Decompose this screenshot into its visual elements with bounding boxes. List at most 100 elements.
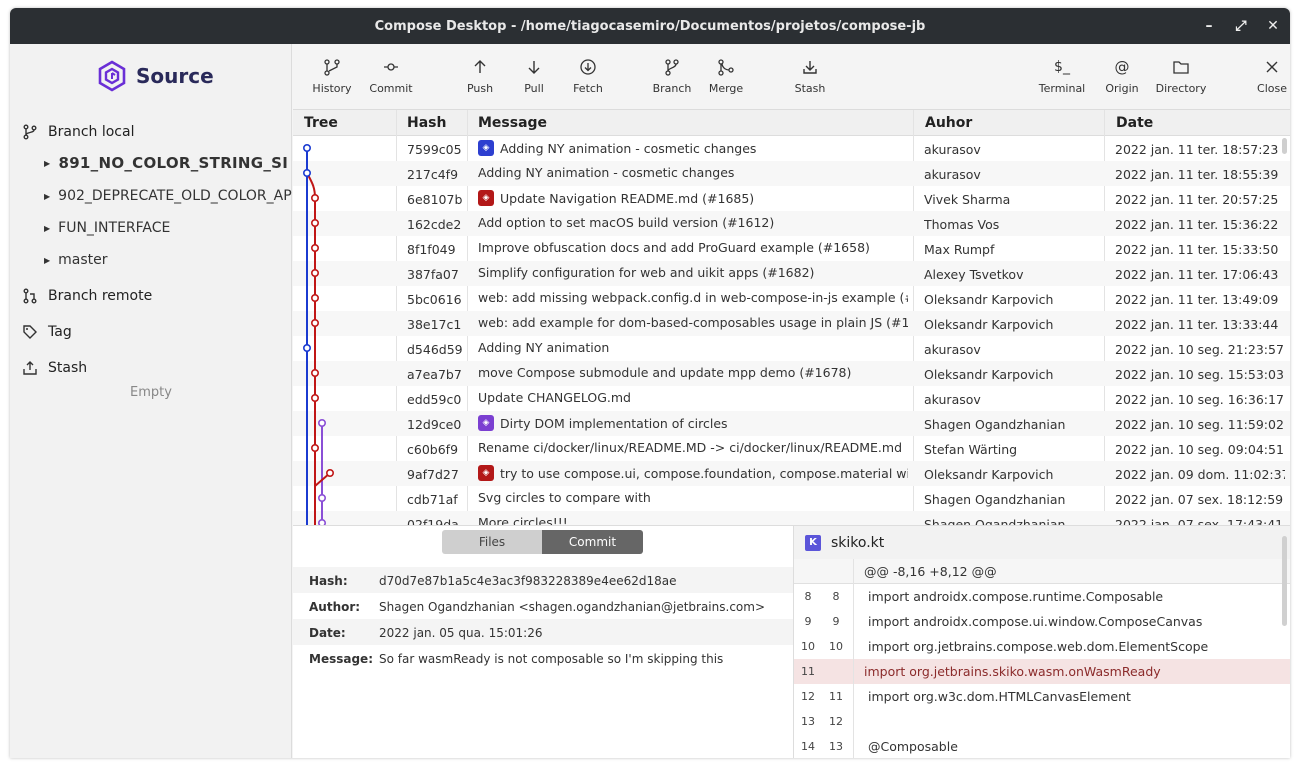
expand-arrow-icon: ▶ [44,255,51,265]
table-row[interactable]: d546d59 Adding NY animation akurasov 2022 j… [293,336,1290,361]
sidebar-branch-master[interactable]: ▶ master [44,252,292,268]
sidebar: Source Branch local ▶ 891_NO_COLOR_STRIN… [10,44,292,758]
sidebar-branch-891[interactable]: ▶ 891_NO_COLOR_STRING_SI [44,154,292,172]
sidebar-branch-902[interactable]: ▶ 902_DEPRECATE_OLD_COLOR_API [44,188,292,204]
commit-icon [384,63,398,71]
row-message-text: Svg circles to compare with [478,490,651,505]
row-date: 2022 jan. 10 seg. 09:04:51 [1115,442,1284,457]
row-message-text: try to use compose.ui, compose.foundatio… [500,465,908,481]
row-message: Add option to set macOS build version (#… [478,215,908,230]
merge-label: Merge [708,82,744,95]
history-button[interactable]: History [304,58,360,95]
row-author: akurasov [924,167,981,182]
column-message[interactable]: Message [478,115,547,131]
table-row[interactable]: 12d9ce0 ◈ Dirty DOM implementation of circ… [293,411,1290,436]
table-row[interactable]: 7599c05 ◈ Adding NY animation - cosmetic c… [293,136,1290,161]
row-message-text: web: add example for dom-based-composabl… [478,315,908,330]
expand-arrow-icon: ▶ [44,191,51,201]
table-row[interactable]: 6e8107b ◈ Update Navigation README.md (#16… [293,186,1290,211]
tag-label: Tag [48,324,72,340]
table-row[interactable]: 217c4f9 Adding NY animation - cosmetic ch… [293,161,1290,186]
row-message: Adding NY animation - cosmetic changes [478,165,908,180]
row-date: 2022 jan. 11 ter. 13:49:09 [1115,292,1279,307]
table-row[interactable]: a7ea7b7 move Compose submodule and update… [293,361,1290,386]
row-hash: 217c4f9 [407,167,459,182]
row-message-text: Add option to set macOS build version (#… [478,215,775,230]
diff-scrollbar[interactable] [1282,536,1287,626]
hash-label: Hash: [309,574,348,588]
graph-node [303,344,312,353]
tab-files[interactable]: Files [442,530,542,554]
old-line-number: 14 [801,740,815,753]
table-row[interactable]: 387fa07 Simplify configuration for web an… [293,261,1290,286]
push-button[interactable]: Push [452,58,508,95]
table-row[interactable]: cdb71af Svg circles to compare with Shagen… [293,486,1290,511]
graph-node [310,369,319,378]
branch-remote-label: Branch remote [48,288,153,304]
diff-line: 13 12 [794,709,1290,734]
table-scrollbar[interactable] [1282,138,1287,154]
tag-section[interactable]: Tag [22,324,72,340]
commit-button[interactable]: Commit [363,58,419,95]
table-row[interactable]: edd59c0 Update CHANGELOG.md akurasov 2022 j… [293,386,1290,411]
tab-commit[interactable]: Commit [542,530,643,554]
stash-label: Stash [794,82,826,95]
old-line-number: 9 [804,615,812,628]
column-author[interactable]: Auhor [925,115,972,131]
row-message-text: Update CHANGELOG.md [478,390,631,405]
row-message: ◈ Adding NY animation - cosmetic changes [478,140,908,156]
sidebar-branch-fun-interface[interactable]: ▶ FUN_INTERFACE [44,220,292,236]
commit-details-panel: Files Commit Hash: d70d7e87b1a5c4e3ac3f9… [293,525,793,758]
table-row[interactable]: 9af7d27 ◈ try to use compose.ui, compose.f… [293,461,1290,486]
graph-nodes [303,144,334,525]
table-row[interactable]: c60b6f9 Rename ci/docker/linux/README.MD … [293,436,1290,461]
row-message-text: Adding NY animation - cosmetic changes [500,140,757,156]
row-author: Max Rumpf [924,242,995,257]
maximize-icon[interactable]: ⤢ [1232,18,1250,34]
row-hash: a7ea7b7 [407,367,462,382]
close-window-icon[interactable]: ✕ [1264,18,1282,34]
row-message-text: Update Navigation README.md (#1685) [500,190,755,206]
author-avatar-icon: ◈ [478,140,494,156]
branch-button[interactable]: Branch [644,58,700,95]
fetch-label: Fetch [573,82,603,95]
terminal-button[interactable]: $_ Terminal [1034,58,1090,95]
branch-remote-section[interactable]: Branch remote [22,288,152,304]
stash-button[interactable]: Stash [782,58,838,95]
origin-button[interactable]: @ Origin [1094,58,1150,95]
directory-button[interactable]: Directory [1153,58,1209,95]
code-text: import org.jetbrains.skiko.wasm.onWasmRe… [864,664,1161,679]
table-row[interactable]: 02f19da More circles!!! Shagen Ogandzhania… [293,511,1290,525]
column-tree[interactable]: Tree [304,115,338,131]
table-row[interactable]: 8f1f049 Improve obfuscation docs and add … [293,236,1290,261]
date-label: Date: [309,626,346,640]
branch-name: 891_NO_COLOR_STRING_SI [58,154,289,172]
merge-button[interactable]: Merge [698,58,754,95]
terminal-label: Terminal [1038,82,1086,95]
fetch-button[interactable]: Fetch [560,58,616,95]
column-date[interactable]: Date [1116,115,1153,131]
merge-icon [718,59,734,76]
close-button[interactable]: Close [1244,58,1290,95]
table-row[interactable]: 5bc0616 web: add missing webpack.config.d… [293,286,1290,311]
old-line-number: 12 [801,690,815,703]
stash-section[interactable]: Stash [22,360,87,376]
branch-icon [665,59,679,76]
graph-node [310,244,319,253]
row-message: Adding NY animation [478,340,908,355]
graph-node [310,294,319,303]
column-hash[interactable]: Hash [407,115,446,131]
table-row[interactable]: 162cde2 Add option to set macOS build ver… [293,211,1290,236]
row-message-text: More circles!!! [478,515,568,525]
minimize-icon[interactable]: – [1200,18,1218,34]
row-message-text: Adding NY animation - cosmetic changes [478,165,735,180]
pull-button[interactable]: Pull [506,58,562,95]
diff-hunk-header: @@ -8,16 +8,12 @@ [794,559,1290,584]
branch-local-section[interactable]: Branch local [22,124,134,140]
graph-node [310,193,319,202]
row-date: 2022 jan. 11 ter. 17:06:43 [1115,267,1279,282]
diff-file-name: skiko.kt [831,534,885,551]
detail-hash-row: Hash: d70d7e87b1a5c4e3ac3f983228389e4ee6… [293,567,793,593]
table-row[interactable]: 38e17c1 web: add example for dom-based-co… [293,311,1290,336]
arrow-down-icon [528,61,540,74]
